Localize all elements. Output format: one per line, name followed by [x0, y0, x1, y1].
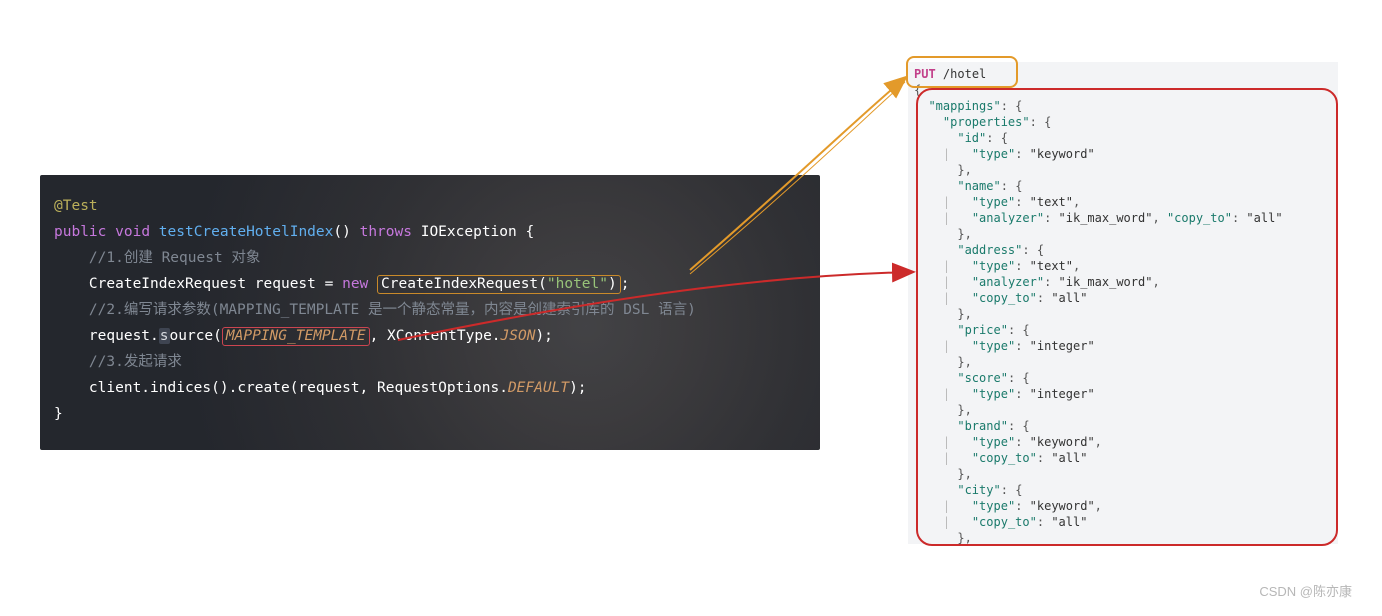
- java-code: @Test public void testCreateHotelIndex()…: [54, 193, 820, 427]
- create-index-highlight: CreateIndexRequest("hotel"): [377, 275, 621, 294]
- json-body: { "mappings": { "properties": { "id": { …: [914, 83, 1283, 544]
- json-dsl-panel: PUT /hotel { "mappings": { "properties":…: [908, 62, 1338, 544]
- java-code-panel: @Test public void testCreateHotelIndex()…: [40, 175, 820, 450]
- watermark: CSDN @陈亦康: [1259, 581, 1352, 600]
- json-code: PUT /hotel { "mappings": { "properties":…: [914, 66, 1334, 544]
- mapping-template-highlight: MAPPING_TEMPLATE: [222, 327, 370, 346]
